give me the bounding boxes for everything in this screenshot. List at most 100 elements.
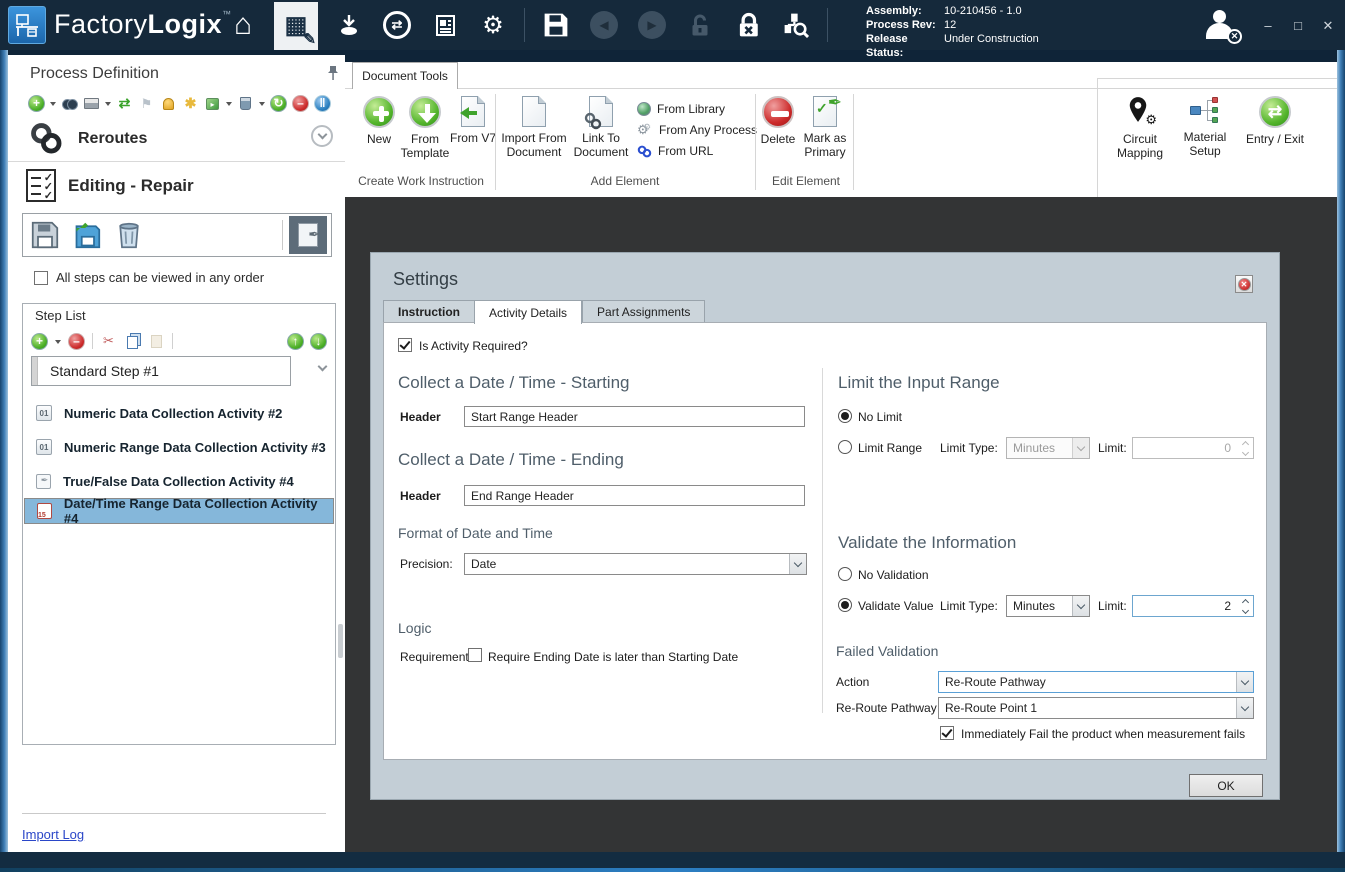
list-item-activity[interactable]: True/False Data Collection Activity #4 xyxy=(24,464,334,498)
reroute-pathway-select[interactable]: Re-Route Point 1 xyxy=(938,697,1254,719)
bell-icon[interactable] xyxy=(160,95,177,112)
cut-icon[interactable]: ✂ xyxy=(100,333,117,350)
copy-icon[interactable] xyxy=(124,333,141,350)
action-select[interactable]: Re-Route Pathway xyxy=(938,671,1254,693)
save-button[interactable] xyxy=(539,8,573,42)
dropdown-button[interactable] xyxy=(1072,596,1089,616)
pause-icon[interactable]: ‖ xyxy=(314,95,331,112)
move-up-icon[interactable]: ↑ xyxy=(287,333,304,350)
titlebar-separator xyxy=(524,8,525,42)
group-label-edit: Edit Element xyxy=(759,174,853,188)
refresh-icon[interactable]: ↻ xyxy=(270,95,287,112)
activity-required-checkbox[interactable] xyxy=(398,338,412,352)
add-dropdown-caret[interactable] xyxy=(50,102,56,109)
titlebar: FactoryLogix™ ⌂ ▦ ⇄ xyxy=(0,0,1345,50)
logout-user-button[interactable]: ✕ xyxy=(1202,10,1242,42)
step-chevron-icon[interactable] xyxy=(318,362,328,372)
minimize-button[interactable]: – xyxy=(1261,18,1275,34)
precision-select[interactable]: Date xyxy=(464,553,807,575)
tab-part-assignments[interactable]: Part Assignments xyxy=(582,300,705,323)
spinner-arrows[interactable] xyxy=(1237,596,1253,616)
immediately-fail-checkbox[interactable] xyxy=(940,726,954,740)
list-item-activity[interactable]: 01 Numeric Range Data Collection Activit… xyxy=(24,430,334,464)
print-dropdown-caret[interactable] xyxy=(105,102,111,109)
from-library-button[interactable]: From Library xyxy=(637,102,757,116)
expand-reroutes-button[interactable] xyxy=(311,125,333,147)
news-button[interactable] xyxy=(428,8,462,42)
add-step-caret[interactable] xyxy=(55,340,61,347)
spinner-arrows xyxy=(1237,438,1253,458)
find-icon[interactable] xyxy=(61,95,78,112)
trash-icon[interactable] xyxy=(237,95,254,112)
reroutes-section[interactable]: Reroutes xyxy=(30,121,330,157)
dropdown-button[interactable] xyxy=(1236,672,1253,692)
list-item-activity[interactable]: 01 Numeric Data Collection Activity #2 xyxy=(24,396,334,430)
validate-value-radio[interactable] xyxy=(838,598,852,612)
limit-range-radio[interactable] xyxy=(838,440,852,454)
from-any-process-button[interactable]: ⚙ From Any Process xyxy=(637,123,757,137)
start-header-input[interactable] xyxy=(464,406,805,427)
exchange-icon[interactable]: ⇄ xyxy=(116,95,133,112)
edit-instruction-button[interactable] xyxy=(289,216,327,254)
tab-instruction[interactable]: Instruction xyxy=(383,300,474,323)
sync-button[interactable]: ⇄ xyxy=(380,8,414,42)
precision-label: Precision: xyxy=(400,557,453,571)
audit-button[interactable] xyxy=(779,8,813,42)
editing-title: Editing - Repair xyxy=(68,176,194,196)
delete-step-button[interactable] xyxy=(111,217,147,253)
ok-button[interactable]: OK xyxy=(1189,774,1263,797)
no-limit-radio[interactable] xyxy=(838,409,852,423)
validate-value-label: Validate Value xyxy=(858,599,934,613)
process-editor-button[interactable]: ▦ xyxy=(274,2,318,50)
validate-limit-type-select[interactable]: Minutes xyxy=(1006,595,1090,617)
tab-document-tools[interactable]: Document Tools xyxy=(352,62,458,89)
editing-section-header: ✓✓✓ Editing - Repair xyxy=(26,169,194,202)
star-gear-icon[interactable]: ✱ xyxy=(182,95,199,112)
entry-exit-button[interactable]: ⇄ Entry / Exit xyxy=(1239,96,1311,146)
no-validation-radio[interactable] xyxy=(838,567,852,581)
link-to-document-button[interactable]: Link To Document xyxy=(569,96,633,159)
all-steps-option[interactable]: All steps can be viewed in any order xyxy=(34,270,264,285)
trash-dropdown-caret[interactable] xyxy=(259,102,265,109)
move-down-icon[interactable]: ↓ xyxy=(310,333,327,350)
package-icon[interactable]: ▸ xyxy=(204,95,221,112)
import-from-document-button[interactable]: Import From Document xyxy=(499,96,569,159)
back-button[interactable]: ◀ xyxy=(587,8,621,42)
close-button[interactable]: ✕ xyxy=(1321,18,1335,34)
dropdown-button[interactable] xyxy=(789,554,806,574)
home-button[interactable]: ⌂ xyxy=(226,8,260,42)
library-button[interactable] xyxy=(332,8,366,42)
save-step-button[interactable] xyxy=(27,217,63,253)
print-icon[interactable] xyxy=(83,95,100,112)
remove-step-icon[interactable]: – xyxy=(68,333,85,350)
scrollbar-thumb[interactable] xyxy=(338,624,343,658)
all-steps-checkbox[interactable] xyxy=(34,271,48,285)
forward-button[interactable]: ▶ xyxy=(635,8,669,42)
remove-icon[interactable]: – xyxy=(292,95,309,112)
package-dropdown-caret[interactable] xyxy=(226,102,232,109)
lock-button[interactable] xyxy=(731,8,765,42)
settings-button[interactable]: ⚙ xyxy=(476,8,510,42)
signpost-icon[interactable]: ⚑ xyxy=(138,95,155,112)
paste-icon[interactable] xyxy=(148,333,165,350)
tab-activity-details[interactable]: Activity Details xyxy=(474,300,582,324)
list-item-activity-selected[interactable]: 15 Date/Time Range Data Collection Activ… xyxy=(24,498,334,524)
circuit-mapping-button[interactable]: ⚙ Circuit Mapping xyxy=(1107,96,1173,160)
add-step-icon[interactable]: + xyxy=(31,333,48,350)
pin-icon[interactable] xyxy=(326,65,340,81)
material-setup-button[interactable]: Material Setup xyxy=(1173,96,1237,158)
import-log-link[interactable]: Import Log xyxy=(22,827,84,842)
end-header-input[interactable] xyxy=(464,485,805,506)
maximize-button[interactable]: □ xyxy=(1291,18,1305,34)
mark-as-primary-button[interactable]: ✓ Mark as Primary xyxy=(795,96,855,159)
dialog-close-button[interactable]: ✕ xyxy=(1235,275,1253,293)
dropdown-button[interactable] xyxy=(1236,698,1253,718)
from-url-button[interactable]: From URL xyxy=(637,144,757,158)
validate-limit-spinner[interactable]: 2 xyxy=(1132,595,1254,617)
current-step-dropdown[interactable]: Standard Step #1 xyxy=(31,356,291,386)
save-import-button[interactable] xyxy=(69,217,105,253)
unlock-button[interactable] xyxy=(683,8,717,42)
limit-type-select-disabled: Minutes xyxy=(1006,437,1090,459)
add-icon[interactable]: + xyxy=(28,95,45,112)
requirement-checkbox[interactable] xyxy=(468,648,482,662)
